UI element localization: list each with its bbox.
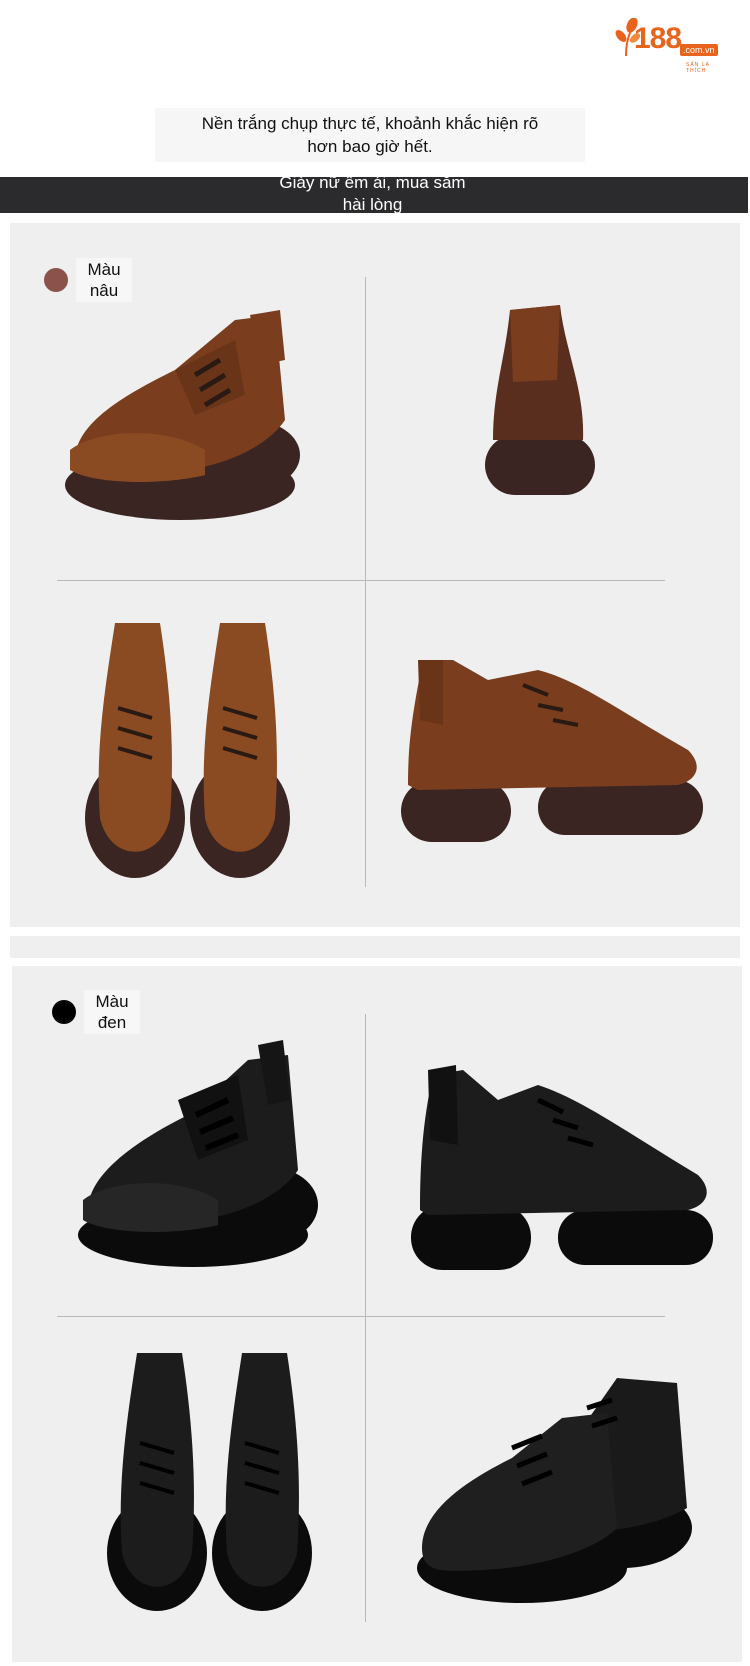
brown-swatch [44,268,68,292]
brand-logo[interactable]: 188 .com.vn SĂN LÀ THÍCH [612,18,732,74]
swatch-label-line-1: Màu [87,260,121,279]
section-spacer [10,936,740,958]
brown-swatch-label: Màu nâu [76,258,132,302]
black-swatch-label: Màu đen [84,990,140,1034]
black-shoes-front-image[interactable] [102,1348,322,1618]
grid-divider-horizontal [57,580,665,581]
grid-divider-vertical [365,1014,366,1622]
logo-tagline: SĂN LÀ THÍCH [686,62,710,74]
brown-color-option[interactable]: Màu nâu [44,258,132,302]
logo-number: 188 [634,22,682,55]
black-color-option[interactable]: Màu đen [52,990,140,1034]
black-swatch [52,1000,76,1024]
grid-divider-horizontal [57,1316,665,1317]
brown-shoe-side-image[interactable] [55,300,315,540]
swatch-label-line-2: đen [97,1013,127,1032]
black-shoes-pair-angled-image[interactable] [412,1378,702,1608]
brown-shoe-profile-image[interactable] [398,650,708,850]
brown-shoe-back-image[interactable] [475,300,605,510]
brown-shoes-front-image[interactable] [80,618,300,888]
banner-line-1: Giày nữ êm ái, mua sắm [279,173,466,192]
banner-line-2: hài lòng [342,195,403,214]
grid-divider-vertical [365,277,366,887]
intro-caption: Nền trắng chụp thực tế, khoảnh khắc hiện… [155,108,585,162]
intro-line-1: Nền trắng chụp thực tế, khoảnh khắc hiện… [201,114,539,133]
intro-line-2: hơn bao giờ hết. [307,137,433,156]
swatch-label-line-2: nâu [89,281,119,300]
black-shoe-profile-image[interactable] [408,1060,718,1280]
promo-banner-text: Giày nữ êm ái, mua sắm hài lòng [265,172,480,216]
black-shoe-side-image[interactable] [68,1040,328,1280]
logo-domain: .com.vn [680,44,718,56]
swatch-label-line-1: Màu [95,992,129,1011]
